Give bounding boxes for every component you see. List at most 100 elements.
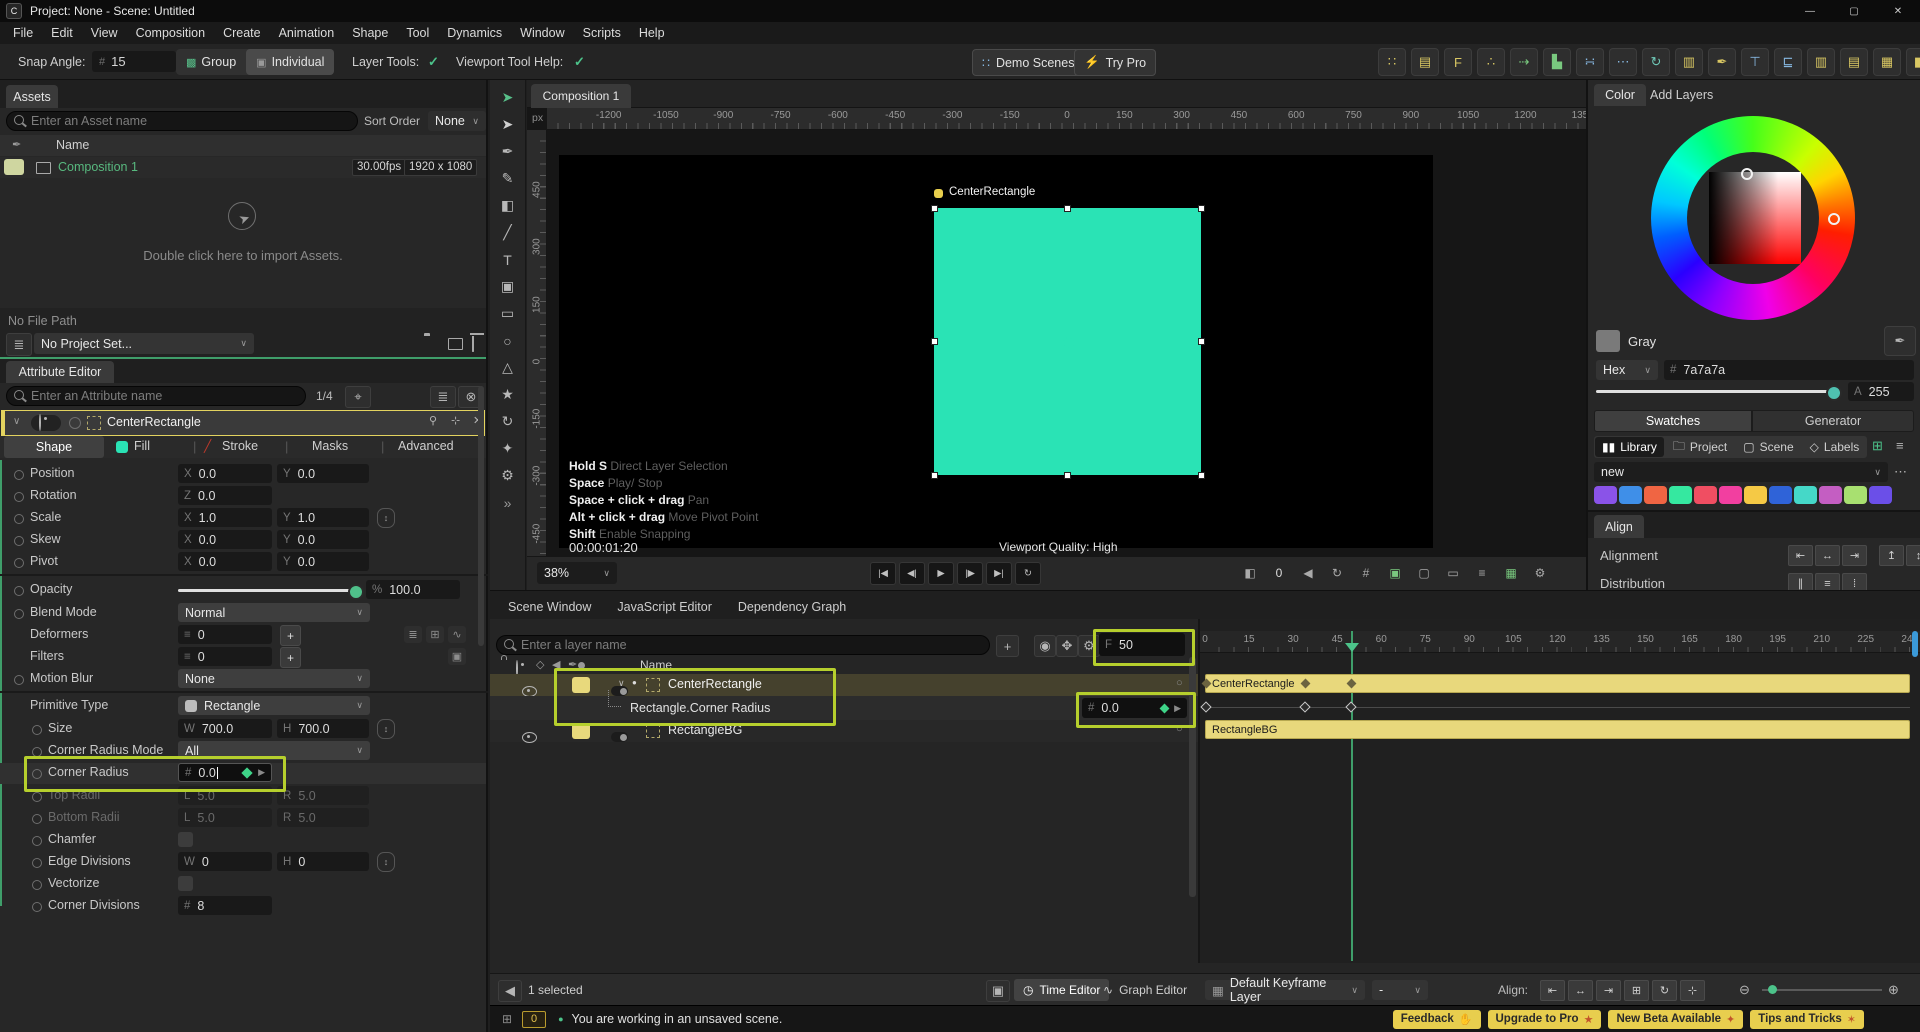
- tab-advanced[interactable]: Advanced: [398, 439, 454, 453]
- isolate-icon[interactable]: ◉: [1034, 635, 1056, 657]
- tab-shape[interactable]: Shape: [4, 436, 104, 458]
- keyframe-dot[interactable]: [14, 536, 24, 546]
- key-options-button[interactable]: ⊹: [1680, 980, 1705, 1001]
- filter-box-icon[interactable]: ▣: [448, 648, 466, 665]
- timeline-zoom-knob[interactable]: [1768, 985, 1777, 994]
- keyframe-dot[interactable]: [14, 492, 24, 502]
- timeline-area[interactable]: 0 15 30 45 60 75 90 105 120 135 150 165 180 195 210 225…: [1200, 619, 1920, 963]
- motion-blur-dropdown[interactable]: None ∨: [178, 669, 370, 688]
- menu-item[interactable]: Help: [630, 26, 674, 40]
- minimize-button[interactable]: —: [1788, 0, 1832, 22]
- layer-name[interactable]: RectangleBG: [668, 723, 742, 737]
- tab-generator[interactable]: Generator: [1752, 410, 1914, 432]
- align-keys-center-button[interactable]: ↔: [1568, 980, 1593, 1001]
- frame-counter[interactable]: 0: [1268, 563, 1290, 583]
- eyedropper-icon[interactable]: ✒: [1884, 326, 1916, 356]
- keyframe-dot[interactable]: [14, 514, 24, 524]
- pivot-y-field[interactable]: Y 0.0: [277, 552, 369, 571]
- pivot-x-field[interactable]: X 0.0: [178, 552, 272, 571]
- scale-x-field[interactable]: X 1.0: [178, 508, 272, 527]
- add-layer-button[interactable]: +: [996, 635, 1019, 657]
- keyframe-bars-icon[interactable]: ▥: [1675, 48, 1703, 76]
- list-add-icon[interactable]: ≣: [404, 626, 422, 643]
- menu-item[interactable]: Create: [214, 26, 270, 40]
- grid-icon[interactable]: #: [1355, 563, 1377, 583]
- loop-button[interactable]: ↻: [1015, 562, 1041, 585]
- align-keys-frame-button[interactable]: ⊞: [1624, 980, 1649, 1001]
- camera-tool[interactable]: ◧: [494, 192, 522, 219]
- selection-handle[interactable]: [1064, 205, 1071, 212]
- snap-keys-button[interactable]: ↻: [1652, 980, 1677, 1001]
- tab-masks[interactable]: Masks: [312, 439, 348, 453]
- selection-handle[interactable]: [931, 338, 938, 345]
- add-panel-icon[interactable]: ⊹: [451, 414, 460, 427]
- current-color-swatch[interactable]: [1596, 330, 1620, 352]
- animated-attribute-name[interactable]: Rectangle.Corner Radius: [630, 701, 770, 715]
- selection-handle[interactable]: [1064, 472, 1071, 479]
- keyframe-filter-dot[interactable]: ●: [632, 678, 637, 687]
- stage-color-icon[interactable]: ▣: [1384, 563, 1406, 583]
- keyframe-dot[interactable]: [32, 836, 42, 846]
- assets-empty-hint[interactable]: Double click here to import Assets.: [0, 248, 486, 263]
- tab-labels[interactable]: ◇ Labels: [1803, 437, 1867, 457]
- corner-radius-mode-dropdown[interactable]: All ∨: [178, 741, 370, 760]
- selected-layer-header[interactable]: ∨ CenterRectangle ⚲ ⊹ ✕: [1, 410, 485, 436]
- scatter-icon[interactable]: ∴: [1477, 48, 1505, 76]
- snap-angle-field[interactable]: # 15: [92, 51, 176, 72]
- palette-dropdown[interactable]: new ∨: [1594, 462, 1888, 482]
- color-swatch[interactable]: [1594, 486, 1617, 504]
- keyframe-dot[interactable]: [14, 675, 24, 685]
- keyframe-dot[interactable]: [14, 609, 24, 619]
- parent-circle-icon[interactable]: ○: [1176, 723, 1183, 735]
- keyframe-diamond-icon[interactable]: [1159, 703, 1170, 713]
- layer-tools-check-icon[interactable]: ✓: [428, 54, 439, 70]
- graph-editor-button[interactable]: ∿ Graph Editor: [1094, 979, 1196, 1001]
- color-swatch[interactable]: [1719, 486, 1742, 504]
- keyframe-icon[interactable]: [1200, 701, 1212, 713]
- add-deformer-button[interactable]: +: [280, 625, 301, 646]
- tab-composition-1[interactable]: Composition 1: [531, 84, 631, 108]
- solo-dot-icon[interactable]: [69, 417, 81, 429]
- timeline-bar-rectangle-bg[interactable]: RectangleBG: [1205, 720, 1910, 739]
- list-view-icon[interactable]: ≡: [1896, 438, 1904, 453]
- link-icon[interactable]: ↕: [377, 852, 395, 872]
- current-frame-field[interactable]: F 50: [1099, 633, 1185, 656]
- new-beta-available-button[interactable]: New Beta Available ✦: [1608, 1009, 1744, 1029]
- render-camera-icon[interactable]: ◧: [1906, 48, 1920, 76]
- filters-field[interactable]: ≡ 0: [178, 647, 272, 666]
- secondary-dropdown[interactable]: - ∨: [1372, 980, 1428, 1000]
- layer-attr-row-corner-radius[interactable]: Rectangle.Corner Radius # 0.0 ▶: [490, 690, 1198, 720]
- align-keys-right-button[interactable]: ⇥: [1596, 980, 1621, 1001]
- next-keyframe-icon[interactable]: ▶: [1174, 703, 1181, 714]
- try-pro-button[interactable]: ⚡ Try Pro: [1074, 49, 1157, 76]
- alpha-field[interactable]: A 255: [1848, 382, 1914, 401]
- tab-attribute-editor[interactable]: Attribute Editor: [6, 361, 114, 383]
- color-swatch[interactable]: [1644, 486, 1667, 504]
- previous-frame-button[interactable]: ◀|: [899, 562, 925, 585]
- align-top-icon[interactable]: ⊤: [1741, 48, 1769, 76]
- guides-icon[interactable]: ▢: [1413, 563, 1435, 583]
- layer-search-input[interactable]: [496, 635, 990, 655]
- link-icon[interactable]: ↕: [377, 508, 395, 528]
- go-to-end-button[interactable]: ▶|: [986, 562, 1012, 585]
- keyframe-dot[interactable]: [32, 902, 42, 912]
- layer-search[interactable]: [496, 635, 990, 655]
- playhead-marker[interactable]: [1345, 643, 1359, 652]
- size-h-field[interactable]: H 700.0: [277, 719, 369, 738]
- project-icon[interactable]: ≣: [6, 333, 32, 356]
- align-right-button[interactable]: ⇥: [1842, 545, 1867, 566]
- sparkle-tool[interactable]: ✦: [494, 435, 522, 462]
- collapse-chevron-icon[interactable]: ∨: [13, 416, 20, 427]
- layer-toggle[interactable]: [611, 732, 628, 742]
- screen-icon[interactable]: [448, 338, 463, 350]
- menu-item[interactable]: Window: [511, 26, 573, 40]
- palette-options-icon[interactable]: ⋯: [1894, 464, 1907, 480]
- maximize-button[interactable]: ▢: [1832, 0, 1876, 22]
- tab-swatches[interactable]: Swatches: [1594, 410, 1752, 432]
- trash-icon[interactable]: [472, 336, 474, 352]
- viewport-tool-help-check-icon[interactable]: ✓: [574, 54, 585, 70]
- color-swatch[interactable]: [1794, 486, 1817, 504]
- sort-order-dropdown[interactable]: None ∨: [428, 111, 486, 131]
- expand-chevron-icon[interactable]: ∨: [618, 678, 625, 689]
- filter-settings-icon[interactable]: ⚙: [1078, 635, 1100, 657]
